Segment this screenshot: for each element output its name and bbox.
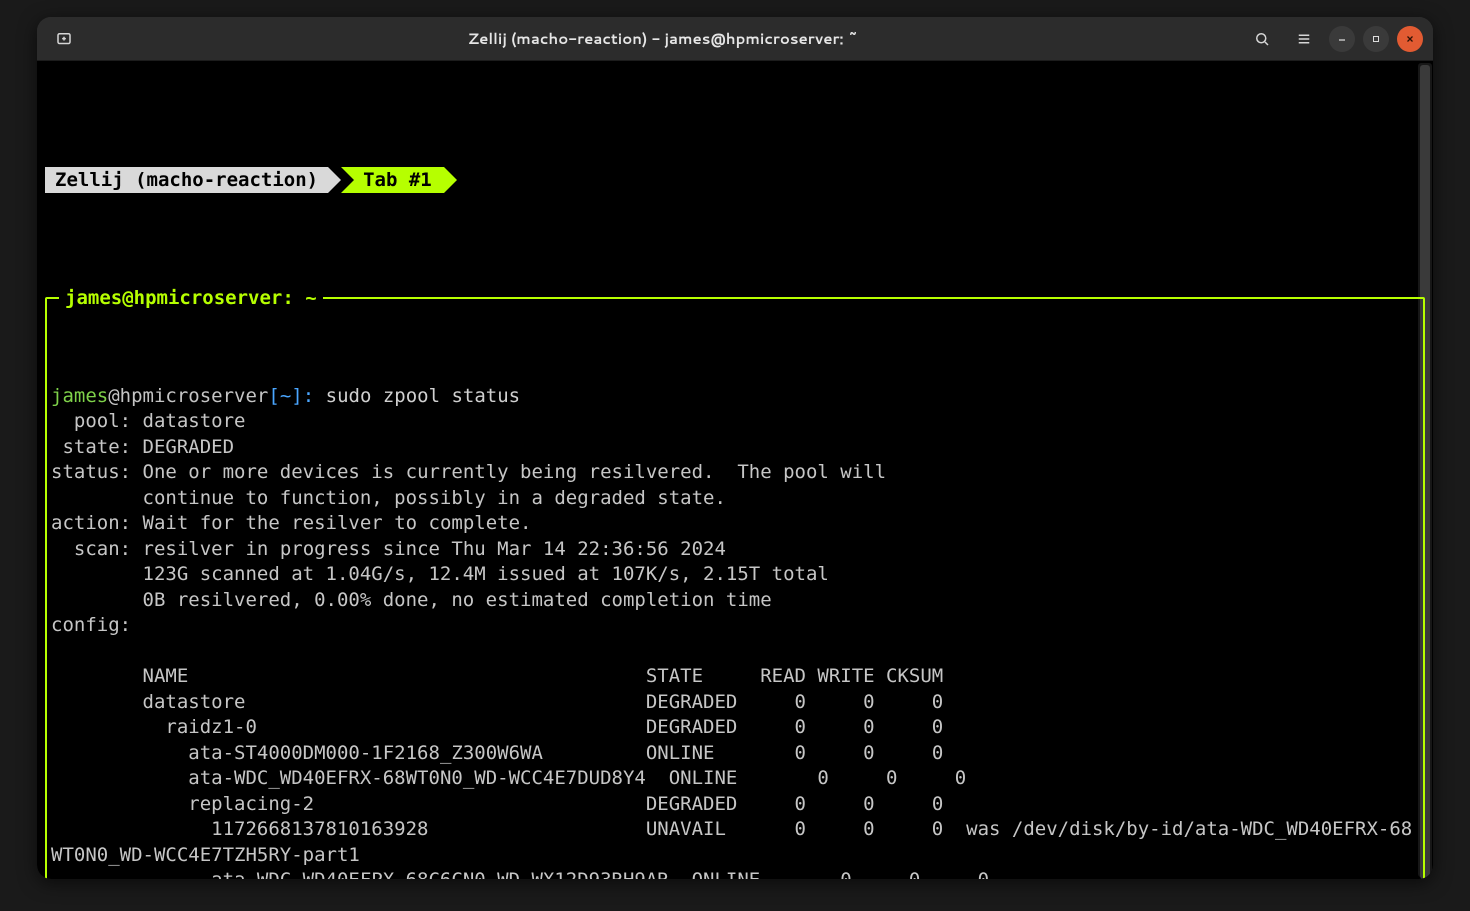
config-row-2: ata-ST4000DM000-1F2168_Z300W6WA ONLINE 0… — [51, 742, 943, 764]
prompt-user: james — [51, 385, 108, 407]
state-label: state: — [51, 436, 131, 458]
scan-line-3: 0B resilvered, 0.00% done, no estimated … — [143, 589, 772, 611]
command-text: sudo zpool status — [326, 385, 520, 407]
config-row-3: ata-WDC_WD40EFRX-68WT0N0_WD-WCC4E7DUD8Y4… — [51, 767, 966, 789]
pane-title: james@hpmicroserver: ~ — [59, 286, 323, 312]
prompt-cwd: ~ — [280, 385, 291, 407]
status-line-1: One or more devices is currently being r… — [143, 461, 887, 483]
config-row-6: ata-WDC_WD40EFPX-68C6CN0_WD-WX12D93RH9AR… — [51, 869, 989, 879]
search-button[interactable] — [1245, 22, 1279, 56]
config-row-1: raidz1-0 DEGRADED 0 0 0 — [51, 716, 943, 738]
action-label: action: — [51, 512, 131, 534]
prompt-bracket-close: ]: — [291, 385, 314, 407]
tab-1[interactable]: Tab #1 — [341, 167, 444, 193]
pane-body[interactable]: james@hpmicroserver[~]: sudo zpool statu… — [47, 376, 1423, 880]
terminal-viewport[interactable]: Zellij (macho-reaction) Tab #1 james@hpm… — [37, 61, 1433, 879]
scan-line-2: 123G scanned at 1.04G/s, 12.4M issued at… — [143, 563, 829, 585]
maximize-button[interactable] — [1363, 26, 1389, 52]
config-row-0: datastore DEGRADED 0 0 0 — [51, 691, 943, 713]
zellij-tabbar: Zellij (macho-reaction) Tab #1 — [45, 167, 1425, 193]
prompt-at: @ — [108, 385, 119, 407]
prompt-bracket-open: [ — [268, 385, 279, 407]
close-button[interactable] — [1397, 26, 1423, 52]
status-label: status: — [51, 461, 131, 483]
pane: james@hpmicroserver: ~ james@hpmicroserv… — [45, 297, 1425, 879]
pool-label: pool: — [51, 410, 131, 432]
config-row-5: 1172668137810163928 UNAVAIL 0 0 0 was /d… — [51, 818, 1412, 866]
config-header: NAME STATE READ WRITE CKSUM — [51, 665, 943, 687]
scan-line-1: resilver in progress since Thu Mar 14 22… — [143, 538, 726, 560]
pool-value: datastore — [143, 410, 246, 432]
new-tab-button[interactable] — [47, 22, 81, 56]
titlebar: Zellij (macho-reaction) - james@hpmicros… — [37, 17, 1433, 61]
minimize-button[interactable] — [1329, 26, 1355, 52]
prompt-host: hpmicroserver — [120, 385, 269, 407]
status-line-2: continue to function, possibly in a degr… — [143, 487, 726, 509]
config-row-4: replacing-2 DEGRADED 0 0 0 — [51, 793, 943, 815]
window-title: Zellij (macho-reaction) - james@hpmicros… — [81, 28, 1245, 49]
action-value: Wait for the resilver to complete. — [143, 512, 532, 534]
app-window: Zellij (macho-reaction) - james@hpmicros… — [37, 17, 1433, 879]
state-value: DEGRADED — [143, 436, 235, 458]
hamburger-menu-button[interactable] — [1287, 22, 1321, 56]
scan-label: scan: — [51, 538, 131, 560]
config-label: config: — [51, 614, 131, 636]
session-pill: Zellij (macho-reaction) — [45, 167, 328, 193]
